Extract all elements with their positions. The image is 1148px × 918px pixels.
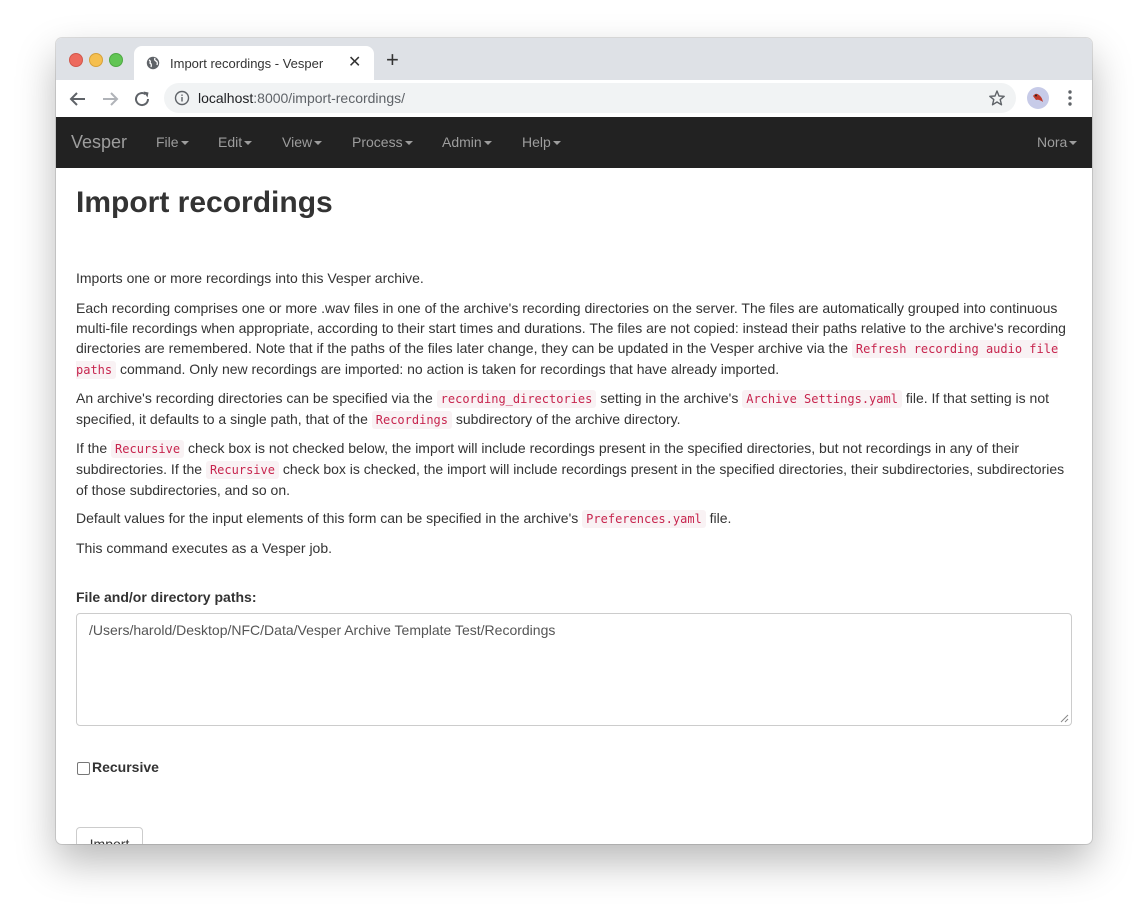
caret-down-icon [244, 141, 253, 146]
minimize-window-button[interactable] [89, 53, 103, 67]
code-recursive: Recursive [205, 461, 279, 479]
text: If the [76, 440, 112, 456]
intro-paragraph: Imports one or more recordings into this… [76, 270, 424, 286]
menu-label: View [282, 134, 313, 150]
paths-textarea[interactable]: /Users/harold/Desktop/NFC/Data/Vesper Ar… [76, 613, 1072, 726]
recursive-paragraph: If the Recursive check box is not checke… [76, 438, 1072, 500]
text: An archive's recording directories can b… [76, 390, 437, 406]
menu-admin[interactable]: Admin [442, 134, 492, 150]
import-button[interactable]: Import [76, 827, 143, 844]
code-preferences: Preferences.yaml [582, 510, 706, 528]
app-navbar: Vesper File Edit View Process Admin Help… [56, 117, 1092, 168]
menu-edit[interactable]: Edit [218, 134, 253, 150]
tab-title: Import recordings - Vesper [170, 56, 324, 71]
job-paragraph: This command executes as a Vesper job. [76, 540, 333, 556]
caret-down-icon [483, 141, 492, 146]
code-recordings: Recordings [371, 411, 452, 429]
resize-grip-icon[interactable] [1060, 714, 1069, 723]
menu-label: Edit [218, 134, 243, 150]
url-host: localhost [198, 90, 254, 106]
text: subdirectory of the archive directory. [452, 411, 681, 427]
menu-view[interactable]: View [282, 134, 323, 150]
preferences-paragraph: Default values for the input elements of… [76, 508, 1072, 529]
paths-value: /Users/harold/Desktop/NFC/Data/Vesper Ar… [89, 622, 556, 638]
menu-file[interactable]: File [156, 134, 189, 150]
maximize-window-button[interactable] [109, 53, 123, 67]
menu-user[interactable]: Nora [1037, 134, 1078, 150]
bookmark-star-icon[interactable] [988, 89, 1006, 107]
url-text: localhost:8000/import-recordings/ [198, 90, 405, 106]
menu-process[interactable]: Process [352, 134, 413, 150]
code-recording-directories: recording_directories [436, 390, 597, 408]
directories-paragraph: An archive's recording directories can b… [76, 388, 1072, 430]
description-paragraph: Each recording comprises one or more .wa… [76, 298, 1072, 380]
menu-label: Help [522, 134, 551, 150]
caret-down-icon [1069, 141, 1078, 146]
text: command. Only new recordings are importe… [116, 361, 780, 377]
brand-link[interactable]: Vesper [71, 132, 127, 153]
page-title: Import recordings [76, 186, 333, 219]
menu-label: Admin [442, 134, 482, 150]
info-icon[interactable] [174, 90, 190, 106]
menu-label: Process [352, 134, 403, 150]
recursive-checkbox[interactable] [77, 762, 90, 775]
caret-down-icon [314, 141, 323, 146]
user-name: Nora [1037, 134, 1068, 150]
browser-menu-icon[interactable] [1063, 88, 1077, 108]
caret-down-icon [552, 141, 561, 146]
menu-label: File [156, 134, 179, 150]
code-archive-settings: Archive Settings.yaml [742, 390, 902, 408]
forward-icon[interactable] [98, 87, 122, 111]
paths-label: File and/or directory paths: [76, 589, 257, 605]
address-bar[interactable]: localhost:8000/import-recordings/ [164, 83, 1016, 113]
code-recursive: Recursive [111, 440, 185, 458]
menu-help[interactable]: Help [522, 134, 561, 150]
caret-down-icon [404, 141, 413, 146]
url-path: :8000/import-recordings/ [253, 90, 406, 106]
profile-bird-icon [1033, 93, 1043, 102]
back-icon[interactable] [66, 87, 90, 111]
browser-tab[interactable]: Import recordings - Vesper ✕ [134, 46, 374, 80]
globe-icon [146, 56, 160, 70]
new-tab-icon[interactable]: + [386, 49, 399, 71]
close-tab-icon[interactable]: ✕ [348, 54, 361, 72]
recursive-label[interactable]: Recursive [92, 759, 159, 775]
text: file. [705, 510, 732, 526]
reload-icon[interactable] [130, 87, 154, 111]
text: Default values for the input elements of… [76, 510, 583, 526]
browser-window: Import recordings - Vesper ✕ + localhost… [56, 38, 1092, 844]
close-window-button[interactable] [69, 53, 83, 67]
profile-avatar[interactable] [1027, 87, 1049, 109]
browser-toolbar: localhost:8000/import-recordings/ [56, 80, 1092, 118]
text: setting in the archive's [596, 390, 743, 406]
tab-strip: Import recordings - Vesper ✕ + [56, 38, 1092, 80]
caret-down-icon [180, 141, 189, 146]
